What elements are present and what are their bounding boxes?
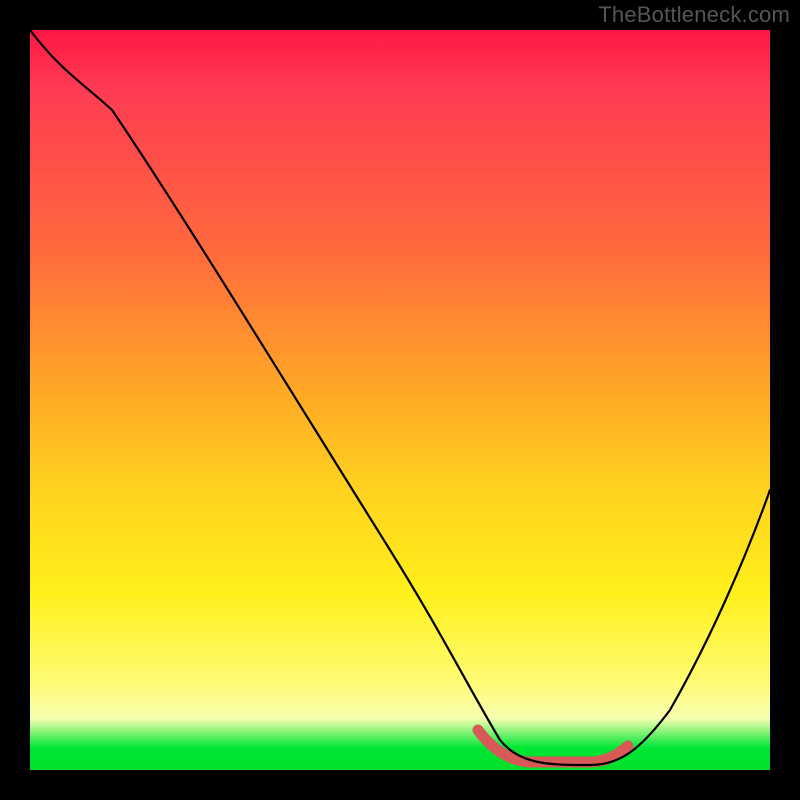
bottleneck-curve — [30, 30, 770, 770]
curve-path — [30, 30, 770, 765]
optimal-zone-highlight — [478, 730, 628, 762]
plot-area — [30, 30, 770, 770]
chart-frame: TheBottleneck.com — [0, 0, 800, 800]
watermark-text: TheBottleneck.com — [598, 2, 790, 28]
